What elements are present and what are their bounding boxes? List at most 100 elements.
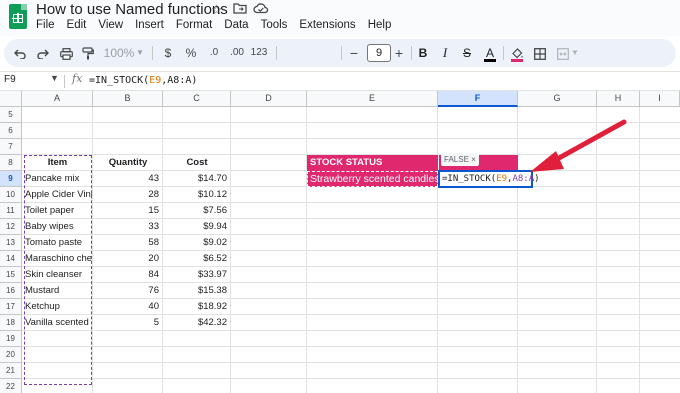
cell-quantity[interactable]: 40	[93, 299, 162, 315]
print-icon[interactable]	[58, 39, 74, 67]
row-header-13[interactable]: 13	[0, 235, 22, 251]
cell-quantity[interactable]: 58	[93, 235, 162, 251]
row-header-5[interactable]: 5	[0, 107, 22, 123]
row-header-14[interactable]: 14	[0, 251, 22, 267]
cell-quantity[interactable]: 15	[93, 203, 162, 219]
bold-button[interactable]: B	[416, 39, 430, 67]
sheets-logo-icon[interactable]	[9, 4, 27, 29]
menu-extensions[interactable]: Extensions	[299, 19, 355, 31]
currency-format-button[interactable]: $	[161, 39, 175, 67]
name-box[interactable]: F9	[4, 74, 16, 85]
column-header-i[interactable]: I	[640, 91, 680, 107]
row-header-17[interactable]: 17	[0, 299, 22, 315]
decrease-font-size-button[interactable]: −	[347, 39, 361, 67]
menu-view[interactable]: View	[98, 19, 123, 31]
row-header-19[interactable]: 19	[0, 331, 22, 347]
cell-cost[interactable]: $6.52	[163, 251, 230, 267]
number-format-button[interactable]: 123	[248, 39, 270, 67]
formula-bar: F9 ▼ fx =IN_STOCK(E9,A8:A)	[0, 71, 680, 91]
row-header-10[interactable]: 10	[0, 187, 22, 203]
column-header-b[interactable]: B	[93, 91, 163, 107]
row-header-9[interactable]: 9	[0, 171, 22, 187]
column-header-d[interactable]: D	[231, 91, 307, 107]
formula-input[interactable]: =IN_STOCK(E9,A8:A)	[89, 75, 197, 86]
increase-font-size-button[interactable]: +	[392, 39, 406, 67]
cloud-saved-icon[interactable]	[253, 2, 269, 17]
move-to-folder-icon[interactable]	[233, 2, 247, 17]
menu-edit[interactable]: Edit	[67, 19, 87, 31]
cell-cost[interactable]: $15.38	[163, 283, 230, 299]
cell-quantity[interactable]: 84	[93, 267, 162, 283]
column-header-g[interactable]: G	[518, 91, 597, 107]
redo-icon[interactable]	[35, 39, 51, 67]
formula-bar-divider	[64, 75, 65, 88]
row-header-11[interactable]: 11	[0, 203, 22, 219]
cell-c8-header-cost[interactable]: Cost	[163, 155, 231, 171]
cell-cost[interactable]: $33.97	[163, 267, 230, 283]
cell-cost[interactable]: $9.94	[163, 219, 230, 235]
cell-cost[interactable]: $18.92	[163, 299, 230, 315]
text-color-button[interactable]: A	[483, 39, 497, 67]
cell-e8-stock-status-header[interactable]: STOCK STATUS	[307, 155, 438, 171]
italic-button[interactable]: I	[438, 39, 452, 67]
column-header-e[interactable]: E	[307, 91, 438, 107]
cell-b8-header-quantity[interactable]: Quantity	[93, 155, 163, 171]
menu-format[interactable]: Format	[176, 19, 212, 31]
cell-cost[interactable]: $7.56	[163, 203, 230, 219]
increase-decimal-button[interactable]: .00	[228, 39, 246, 67]
menu-data[interactable]: Data	[224, 19, 248, 31]
cell-quantity[interactable]: 33	[93, 219, 162, 235]
borders-icon[interactable]	[532, 39, 548, 67]
undo-icon[interactable]	[12, 39, 28, 67]
cell-cost[interactable]: $9.02	[163, 235, 230, 251]
fill-color-icon[interactable]	[509, 39, 525, 67]
strikethrough-button[interactable]: S	[460, 39, 474, 67]
name-box-chevron-down-icon[interactable]: ▼	[50, 73, 59, 83]
cell-quantity[interactable]: 28	[93, 187, 162, 203]
result-preview-chip[interactable]: FALSE ×	[441, 153, 479, 166]
font-size-input[interactable]: 9	[367, 44, 391, 62]
column-header-f[interactable]: F	[438, 91, 518, 107]
row-header-8[interactable]: 8	[0, 155, 22, 171]
column-header-a[interactable]: A	[22, 91, 93, 107]
range-highlight-a8-a	[24, 155, 92, 385]
select-all-corner[interactable]	[0, 91, 22, 107]
menu-help[interactable]: Help	[368, 19, 392, 31]
menu-tools[interactable]: Tools	[261, 19, 288, 31]
cell-f9-formula-editor[interactable]: =IN_STOCK(E9,A8:A)	[438, 170, 540, 188]
row-header-15[interactable]: 15	[0, 267, 22, 283]
cell-quantity[interactable]: 20	[93, 251, 162, 267]
menu-insert[interactable]: Insert	[135, 19, 164, 31]
cell-quantity[interactable]: 5	[93, 315, 162, 331]
row-header-18[interactable]: 18	[0, 315, 22, 331]
result-preview-value: FALSE	[444, 155, 469, 164]
row-header-22[interactable]: 22	[0, 379, 22, 393]
formula-ref-e9: E9	[149, 75, 162, 86]
merge-cells-icon[interactable]	[555, 39, 571, 67]
column-header-h[interactable]: H	[597, 91, 640, 107]
column-header-c[interactable]: C	[163, 91, 231, 107]
cell-cost[interactable]: $14.70	[163, 171, 230, 187]
row-header-16[interactable]: 16	[0, 283, 22, 299]
gridline	[22, 346, 680, 347]
row-header-6[interactable]: 6	[0, 123, 22, 139]
paint-format-icon[interactable]	[80, 39, 96, 67]
close-icon[interactable]: ×	[471, 155, 476, 164]
percent-format-button[interactable]: %	[184, 39, 198, 67]
cell-cost[interactable]: $42.32	[163, 315, 230, 331]
merge-chevron-down-icon[interactable]: ▼	[570, 39, 580, 67]
decrease-decimal-button[interactable]: .0	[206, 39, 222, 67]
cell-quantity[interactable]: 76	[93, 283, 162, 299]
document-title[interactable]: How to use Named functions	[36, 1, 228, 18]
font-family-select[interactable]	[283, 39, 353, 67]
menu-file[interactable]: File	[36, 19, 55, 31]
chevron-down-icon[interactable]: ▼	[135, 39, 145, 67]
row-header-21[interactable]: 21	[0, 363, 22, 379]
star-icon[interactable]: ☆	[211, 2, 223, 18]
zoom-select[interactable]: 100%	[102, 39, 136, 67]
row-header-20[interactable]: 20	[0, 347, 22, 363]
cell-quantity[interactable]: 43	[93, 171, 162, 187]
cell-cost[interactable]: $10.12	[163, 187, 230, 203]
row-header-7[interactable]: 7	[0, 139, 22, 155]
row-header-12[interactable]: 12	[0, 219, 22, 235]
